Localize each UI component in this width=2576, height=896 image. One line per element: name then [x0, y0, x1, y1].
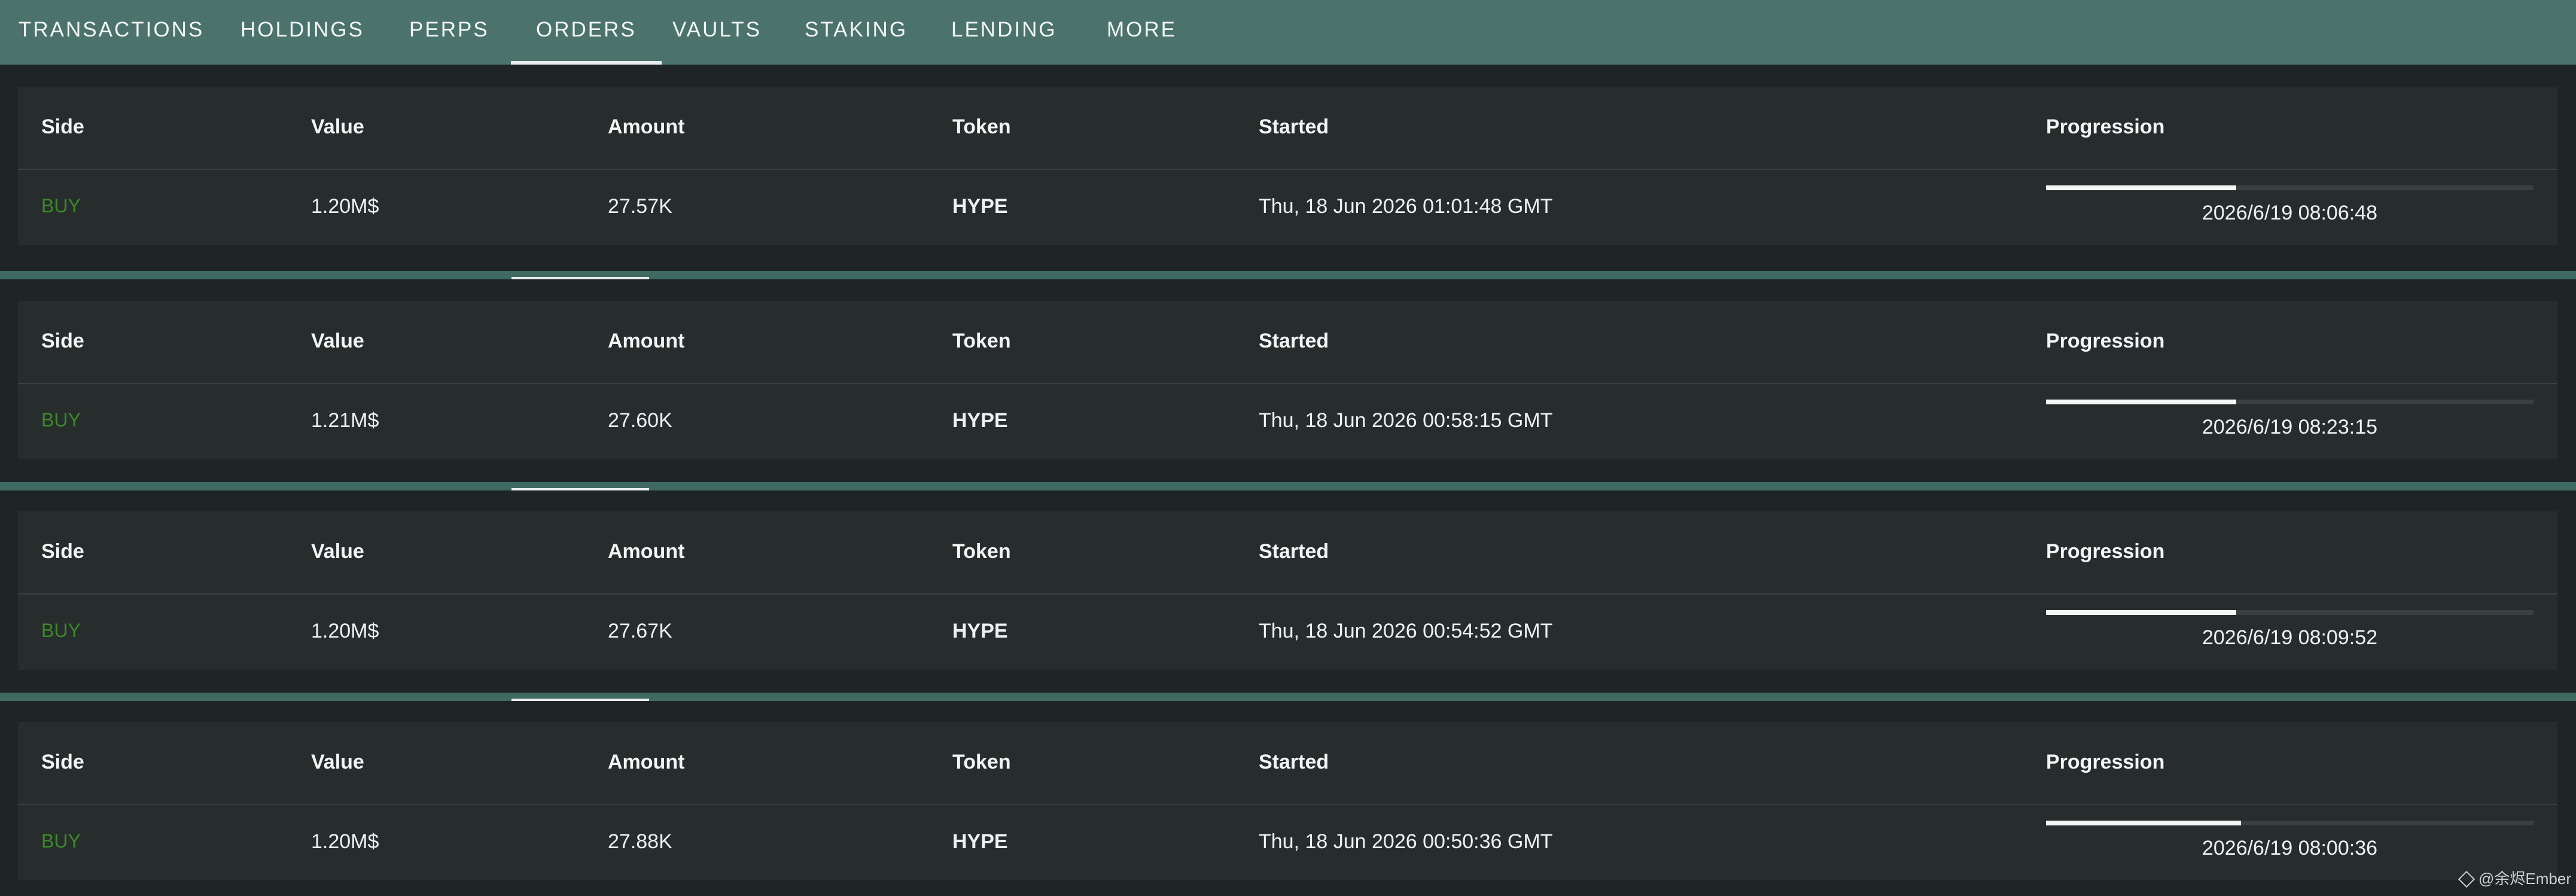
order-amount: 27.57K: [608, 195, 672, 218]
tab-more[interactable]: MORE: [1107, 0, 1177, 65]
amount-header: Amount: [608, 751, 685, 773]
order-panel: Side Value Amount Token Started Progress…: [0, 279, 2576, 482]
progress-fill: [2046, 821, 2241, 825]
order-card: Side Value Amount Token Started Progress…: [18, 722, 2557, 880]
value-header: Value: [311, 330, 364, 352]
progress-bar: [2046, 610, 2534, 615]
started-header: Started: [1259, 330, 1329, 352]
token-header: Token: [952, 115, 1011, 138]
order-token: HYPE: [952, 195, 1008, 218]
progress-end-time: 2026/6/19 08:06:48: [2202, 202, 2378, 224]
progression-header: Progression: [2046, 540, 2165, 563]
header-divider: [18, 804, 2557, 805]
side-value: BUY: [41, 830, 81, 852]
tab-lending[interactable]: LENDING: [951, 0, 1057, 65]
header-divider: [18, 169, 2557, 170]
value-header: Value: [311, 115, 364, 138]
progress-end-time: 2026/6/19 08:00:36: [2202, 837, 2378, 860]
progress-fill: [2046, 400, 2236, 404]
token-header: Token: [952, 751, 1011, 773]
progression-header: Progression: [2046, 115, 2165, 138]
order-value: 1.20M$: [311, 620, 379, 642]
order-panel: Side Value Amount Token Started Progress…: [0, 490, 2576, 693]
panel-divider: [0, 693, 2576, 701]
progress-bar: [2046, 821, 2534, 825]
amount-header: Amount: [608, 330, 685, 352]
tab-vaults[interactable]: VAULTS: [672, 0, 762, 65]
order-amount: 27.60K: [608, 409, 672, 432]
progress-fill: [2046, 610, 2236, 615]
order-panel: Side Value Amount Token Started Progress…: [0, 65, 2576, 271]
side-header: Side: [41, 751, 84, 773]
order-value: 1.20M$: [311, 195, 379, 218]
order-token: HYPE: [952, 620, 1008, 642]
order-card: Side Value Amount Token Started Progress…: [18, 301, 2557, 459]
header-divider: [18, 593, 2557, 595]
watermark: @余烬Ember: [2458, 867, 2571, 889]
panel-divider: [0, 271, 2576, 279]
top-nav: TRANSACTIONS HOLDINGS PERPS ORDERS VAULT…: [0, 0, 2576, 65]
order-value: 1.21M$: [311, 409, 379, 432]
panel-divider: [0, 482, 2576, 490]
order-amount: 27.67K: [608, 620, 672, 642]
started-header: Started: [1259, 115, 1329, 138]
token-header: Token: [952, 540, 1011, 563]
progression-header: Progression: [2046, 330, 2165, 352]
progress-end-time: 2026/6/19 08:23:15: [2202, 416, 2378, 438]
amount-header: Amount: [608, 115, 685, 138]
side-header: Side: [41, 330, 84, 352]
side-value: BUY: [41, 409, 81, 431]
order-started: Thu, 18 Jun 2026 00:50:36 GMT: [1259, 830, 1553, 853]
progression-header: Progression: [2046, 751, 2165, 773]
order-started: Thu, 18 Jun 2026 00:58:15 GMT: [1259, 409, 1553, 432]
side-value: BUY: [41, 620, 81, 641]
watermark-icon: [2458, 870, 2475, 888]
tab-staking[interactable]: STAKING: [805, 0, 908, 65]
tab-transactions[interactable]: TRANSACTIONS: [19, 0, 204, 65]
order-token: HYPE: [952, 409, 1008, 432]
order-started: Thu, 18 Jun 2026 01:01:48 GMT: [1259, 195, 1553, 218]
token-header: Token: [952, 330, 1011, 352]
amount-header: Amount: [608, 540, 685, 563]
order-token: HYPE: [952, 830, 1008, 853]
progress-fill: [2046, 185, 2236, 190]
side-header: Side: [41, 540, 84, 563]
started-header: Started: [1259, 540, 1329, 563]
order-value: 1.20M$: [311, 830, 379, 853]
value-header: Value: [311, 751, 364, 773]
tab-orders[interactable]: ORDERS: [511, 0, 662, 65]
order-card: Side Value Amount Token Started Progress…: [18, 87, 2557, 245]
progress-bar: [2046, 400, 2534, 404]
header-divider: [18, 383, 2557, 384]
order-started: Thu, 18 Jun 2026 00:54:52 GMT: [1259, 620, 1553, 642]
progress-bar: [2046, 185, 2534, 190]
value-header: Value: [311, 540, 364, 563]
order-panel: Side Value Amount Token Started Progress…: [0, 701, 2576, 896]
tab-perps[interactable]: PERPS: [409, 0, 489, 65]
started-header: Started: [1259, 751, 1329, 773]
order-amount: 27.88K: [608, 830, 672, 853]
order-card: Side Value Amount Token Started Progress…: [18, 511, 2557, 670]
progress-end-time: 2026/6/19 08:09:52: [2202, 626, 2378, 649]
watermark-text: @余烬Ember: [2478, 870, 2571, 888]
side-header: Side: [41, 115, 84, 138]
side-value: BUY: [41, 195, 81, 217]
tab-holdings[interactable]: HOLDINGS: [240, 0, 364, 65]
